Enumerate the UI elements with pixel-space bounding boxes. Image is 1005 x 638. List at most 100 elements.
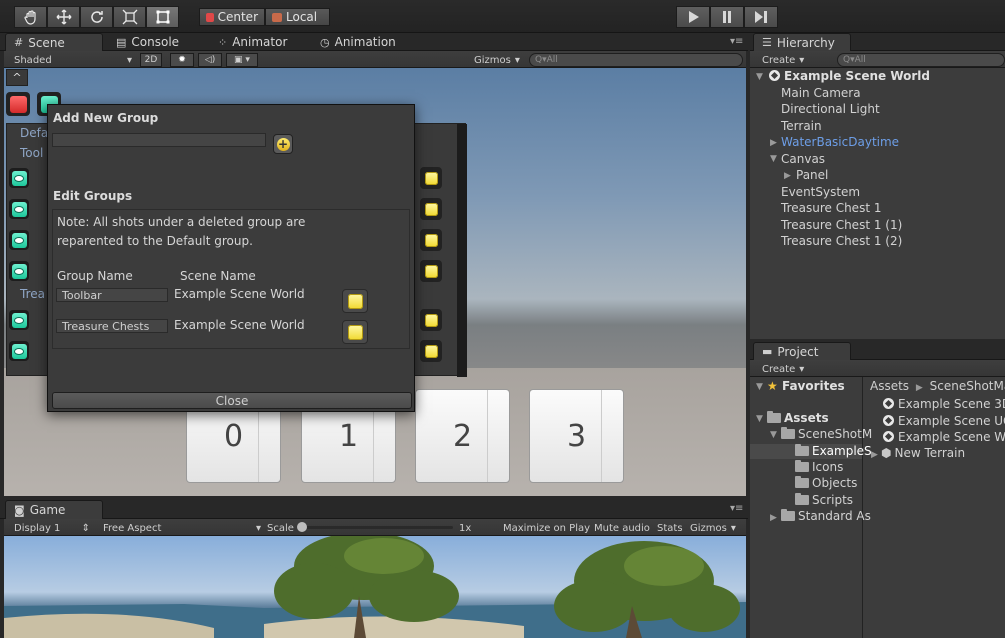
group-name-field[interactable]: Treasure Chests	[56, 319, 168, 333]
hierarchy-item-chest-1-2[interactable]: Treasure Chest 1 (2)	[781, 234, 902, 248]
visibility-toggle[interactable]	[9, 230, 29, 250]
scene-search-input[interactable]: Q▾ All	[529, 53, 743, 67]
folder-icons[interactable]: Icons	[795, 460, 843, 474]
step-icon[interactable]	[744, 6, 778, 28]
expand-arrow-icon[interactable]: ▼	[756, 72, 763, 82]
scene-root-label: Example Scene World	[784, 69, 930, 83]
pivot-center-button[interactable]: Center	[199, 8, 265, 26]
hierarchy-item-canvas[interactable]: Canvas	[781, 152, 825, 166]
hierarchy-item-panel[interactable]: Panel	[796, 168, 828, 182]
panel-scrollbar[interactable]	[457, 124, 467, 377]
group-name-field[interactable]: Toolbar	[56, 288, 168, 302]
delete-shot-icon[interactable]	[420, 167, 442, 189]
breadcrumb-assets[interactable]: Assets	[870, 379, 909, 393]
tab-animator[interactable]: ⁘ Animator	[210, 33, 295, 51]
expand-arrow-icon[interactable]: ▼	[770, 154, 777, 164]
project-splitter[interactable]	[862, 377, 863, 638]
delete-shot-icon[interactable]	[420, 340, 442, 362]
scale-tool-icon[interactable]	[113, 6, 146, 28]
folder-sceneshot[interactable]: SceneShotM	[781, 427, 872, 441]
hierarchy-item-main-camera[interactable]: Main Camera	[781, 86, 861, 100]
visibility-toggle[interactable]	[9, 168, 29, 188]
visibility-toggle[interactable]	[9, 261, 29, 281]
camera-shot-button[interactable]	[6, 92, 30, 116]
assets-folder-item[interactable]: Assets	[767, 411, 829, 425]
folder-icons-label: Icons	[812, 460, 844, 474]
list-icon: ☰	[762, 36, 772, 49]
delete-shot-icon[interactable]	[420, 260, 442, 282]
hierarchy-item-chest-1[interactable]: Treasure Chest 1	[781, 201, 881, 215]
collapse-arrow-icon[interactable]: ▶	[770, 138, 777, 148]
maximize-on-play-toggle[interactable]: Maximize on Play	[503, 521, 590, 535]
folder-scripts[interactable]: Scripts	[795, 493, 853, 507]
tab-project[interactable]: ▬ Project	[753, 342, 851, 360]
stats-toggle[interactable]: Stats	[657, 521, 683, 535]
effects-dropdown-icon[interactable]: ▣ ▾	[226, 53, 258, 67]
rect-tool-icon[interactable]	[146, 6, 179, 28]
collapse-button[interactable]: ^	[6, 69, 28, 86]
shading-mode-dropdown[interactable]: Shaded ▾	[14, 53, 132, 67]
hand-tool-icon[interactable]	[14, 6, 47, 28]
game-render-image	[4, 536, 746, 638]
hierarchy-item-directional-light[interactable]: Directional Light	[781, 102, 880, 116]
visibility-toggle[interactable]	[9, 341, 29, 361]
tab-console[interactable]: ▤ Console	[108, 33, 187, 51]
scale-slider[interactable]	[297, 522, 453, 532]
game-gizmos-dropdown[interactable]: Gizmos ▾	[690, 521, 736, 535]
delete-group-icon[interactable]	[342, 289, 368, 313]
hierarchy-search-input[interactable]: Q▾ All	[837, 53, 1005, 67]
game-view[interactable]	[4, 536, 746, 638]
gizmos-dropdown[interactable]: Gizmos ▾	[474, 53, 520, 67]
tab-game[interactable]: ◙ Game	[5, 500, 103, 519]
tab-animation[interactable]: ◷ Animation	[312, 33, 404, 51]
pause-icon[interactable]	[710, 6, 744, 28]
file-scene-3d[interactable]: Example Scene 3D C	[883, 397, 1005, 411]
play-icon[interactable]	[676, 6, 710, 28]
visibility-toggle[interactable]	[9, 199, 29, 219]
hierarchy-item-terrain[interactable]: Terrain	[781, 119, 822, 133]
file-scene-ugui[interactable]: Example Scene UGU	[883, 414, 1005, 428]
new-group-name-input[interactable]	[52, 133, 266, 147]
expand-arrow-icon[interactable]: ▼	[756, 382, 763, 392]
file-scene-world[interactable]: Example Scene Wor	[883, 430, 1005, 444]
hierarchy-item-chest-1-1[interactable]: Treasure Chest 1 (1)	[781, 218, 902, 232]
delete-shot-icon[interactable]	[420, 229, 442, 251]
collapse-arrow-icon[interactable]: ▶	[871, 450, 878, 460]
breadcrumb-sceneshot[interactable]: SceneShotMan	[930, 379, 1005, 393]
scene-root-item[interactable]: Example Scene World	[769, 69, 930, 83]
close-button[interactable]: Close	[52, 392, 412, 409]
collapse-arrow-icon[interactable]: ▶	[770, 513, 777, 523]
panel-menu-icon[interactable]: ▾≡	[730, 503, 743, 514]
panel-menu-icon[interactable]: ▾≡	[730, 36, 743, 47]
collapse-arrow-icon[interactable]: ▶	[784, 171, 791, 181]
hierarchy-create-dropdown[interactable]: Create ▾	[762, 53, 804, 67]
delete-shot-icon[interactable]	[420, 309, 442, 331]
expand-arrow-icon[interactable]: ▼	[756, 414, 763, 424]
add-group-button[interactable]	[273, 134, 293, 154]
folder-standard-assets[interactable]: Standard As	[781, 509, 871, 523]
move-tool-icon[interactable]	[47, 6, 80, 28]
delete-shot-icon[interactable]	[420, 198, 442, 220]
favorites-item[interactable]: ★ Favorites	[767, 379, 845, 393]
file-new-terrain[interactable]: ⬢ New Terrain	[881, 446, 965, 460]
close-button-label: Close	[215, 393, 249, 408]
scale-slider-thumb[interactable]	[297, 522, 307, 532]
lighting-toggle-icon[interactable]: ✹	[170, 53, 194, 67]
project-create-dropdown[interactable]: Create ▾	[762, 362, 804, 376]
tab-hierarchy[interactable]: ☰ Hierarchy	[753, 33, 851, 51]
audio-toggle-icon[interactable]: ◁)	[198, 53, 222, 67]
hierarchy-item-eventsystem[interactable]: EventSystem	[781, 185, 860, 199]
delete-group-icon[interactable]	[342, 320, 368, 344]
mute-audio-toggle[interactable]: Mute audio	[594, 521, 650, 535]
2d-toggle-button[interactable]: 2D	[140, 53, 162, 67]
display-dropdown[interactable]: Display 1 ⇕	[14, 521, 90, 535]
folder-objects[interactable]: Objects	[795, 476, 857, 490]
folder-examples[interactable]: ExampleS	[795, 444, 872, 458]
rotate-tool-icon[interactable]	[80, 6, 113, 28]
tab-scene[interactable]: # Scene	[5, 33, 103, 51]
expand-arrow-icon[interactable]: ▼	[770, 430, 777, 440]
aspect-dropdown[interactable]: Free Aspect ▾	[103, 521, 261, 535]
hierarchy-item-water[interactable]: WaterBasicDaytime	[781, 135, 899, 149]
visibility-toggle[interactable]	[9, 310, 29, 330]
space-local-button[interactable]: Local	[265, 8, 330, 26]
